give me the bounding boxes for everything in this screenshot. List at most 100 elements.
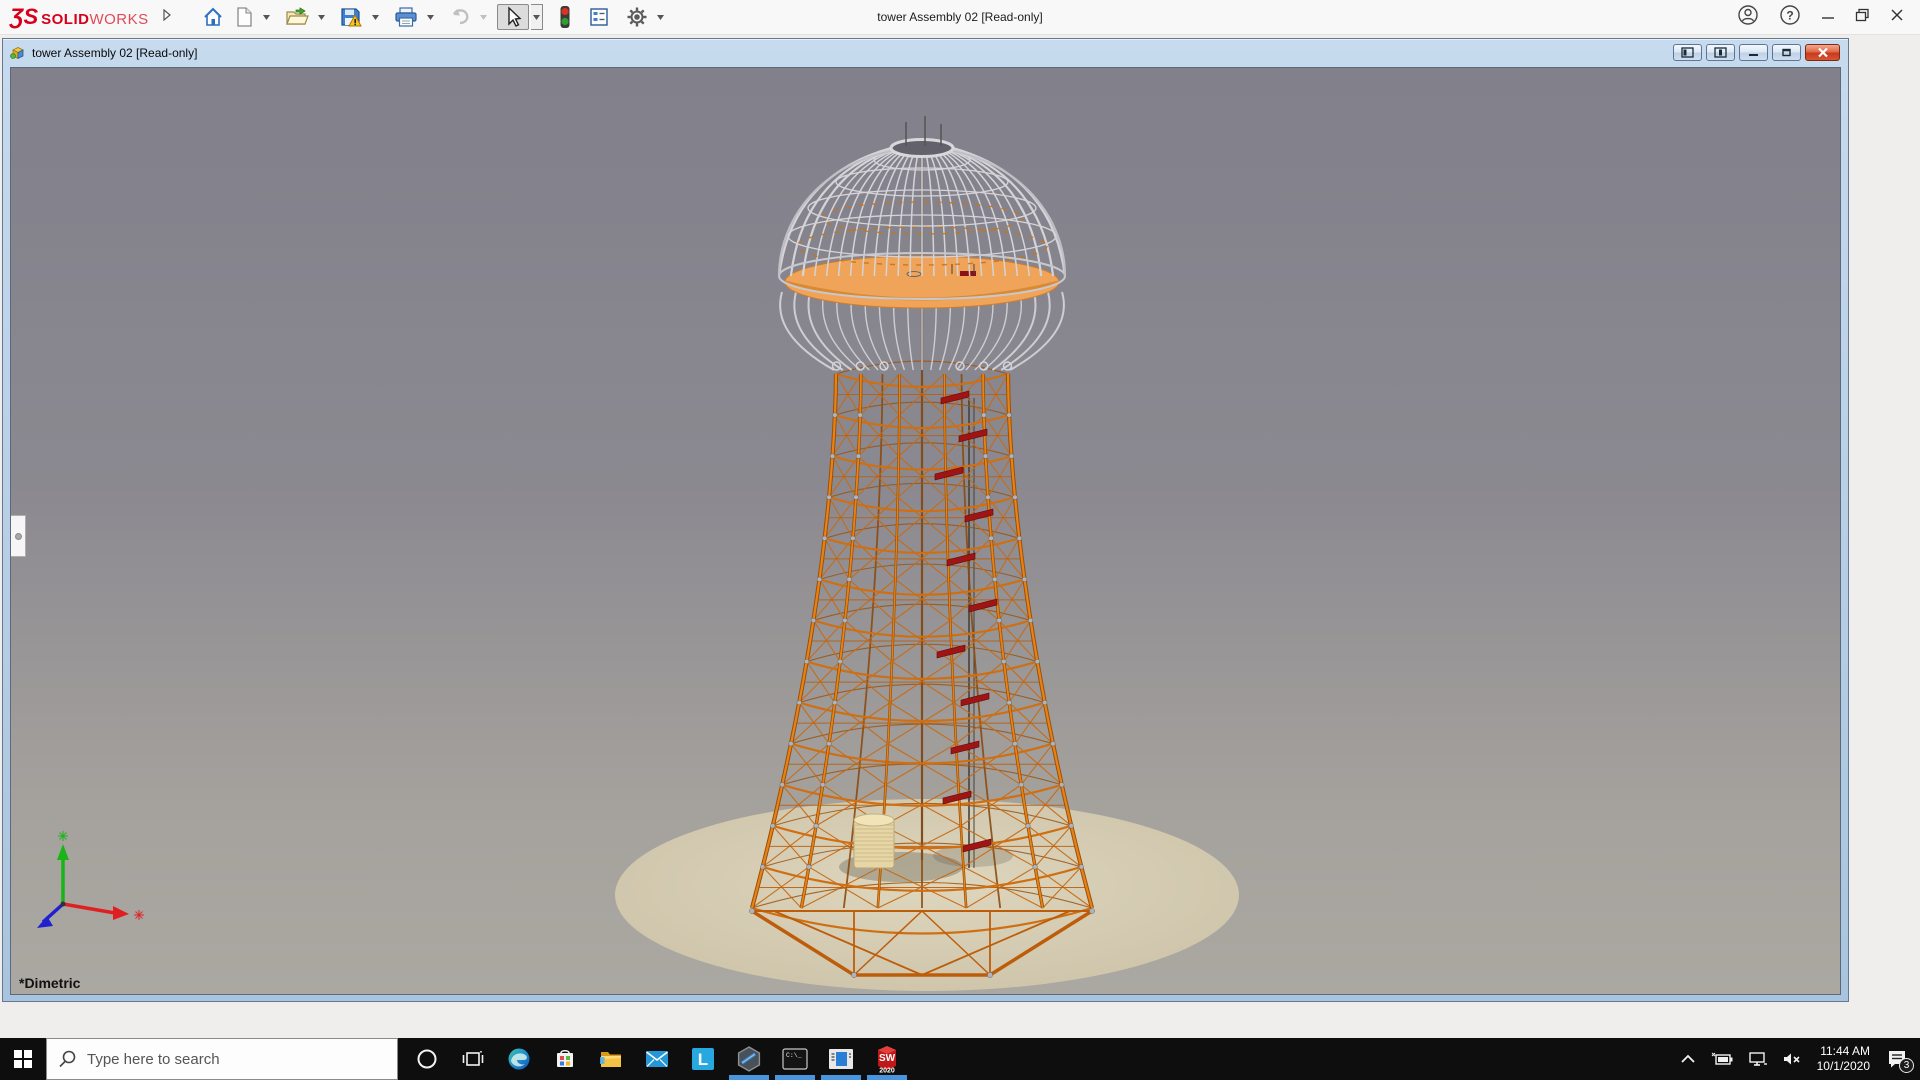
taskbar-item-mail[interactable] <box>634 1038 680 1080</box>
minimize-button[interactable] <box>1821 8 1835 27</box>
battery-icon[interactable] <box>1703 1038 1741 1080</box>
taskbar-item-cortana[interactable] <box>404 1038 450 1080</box>
clock-time: 11:44 AM <box>1817 1044 1870 1059</box>
l-app-icon: L <box>691 1047 715 1071</box>
search-input[interactable] <box>87 1051 367 1068</box>
svg-text:2020: 2020 <box>879 1068 895 1075</box>
home-icon <box>202 6 224 28</box>
solidworks-logo: ƷS SOLID WORKS <box>10 4 149 30</box>
running-indicator <box>821 1075 861 1080</box>
hidden-icons-chevron[interactable] <box>1673 1038 1703 1080</box>
options-dropdown[interactable] <box>655 4 666 30</box>
account-button[interactable] <box>1737 4 1759 31</box>
clock-date: 10/1/2020 <box>1817 1059 1870 1074</box>
undo-button[interactable] <box>444 4 476 30</box>
print-icon <box>394 6 418 28</box>
doc-close-button[interactable] <box>1805 44 1840 61</box>
running-indicator <box>867 1075 907 1080</box>
new-document-dropdown[interactable] <box>261 4 272 30</box>
save-dropdown[interactable] <box>370 4 381 30</box>
evaluate-button[interactable] <box>583 4 615 30</box>
taskbar-item-tiles-app[interactable] <box>818 1038 864 1080</box>
tower-assembly-model[interactable] <box>11 68 1840 994</box>
viewport-3d[interactable]: *Dimetric <box>11 68 1840 994</box>
document-window: tower Assembly 02 [Read-only] *Dimetric <box>2 38 1849 1002</box>
undo-dropdown[interactable] <box>478 4 489 30</box>
featuremanager-toggle-button[interactable] <box>1673 44 1702 61</box>
dassault-logo-icon: ƷS <box>10 4 38 30</box>
restore-button[interactable] <box>1855 8 1870 27</box>
windows-logo-icon <box>14 1050 32 1068</box>
open-icon <box>285 6 309 28</box>
options-button[interactable] <box>621 4 653 30</box>
svg-text:L: L <box>698 1050 708 1069</box>
terminal-icon: C:\_ <box>782 1048 808 1070</box>
toolbar-flyout-arrow-icon[interactable] <box>163 8 171 26</box>
solidworks-2020-icon: SW 2020 <box>873 1044 901 1074</box>
taskbar-item-l-app[interactable]: L <box>680 1038 726 1080</box>
evaluate-form-icon <box>588 6 610 28</box>
select-button[interactable] <box>497 4 529 30</box>
doc-restore-button[interactable] <box>1772 44 1801 61</box>
gear-icon <box>626 6 648 28</box>
svg-text:?: ? <box>1786 8 1793 22</box>
taskbar-item-edge[interactable] <box>496 1038 542 1080</box>
brand-text-solid: SOLID <box>41 11 89 28</box>
document-titlebar[interactable]: tower Assembly 02 [Read-only] <box>3 39 1848 66</box>
start-button[interactable] <box>0 1038 46 1080</box>
new-document-button[interactable] <box>229 4 259 30</box>
taskbar-item-terminal[interactable]: C:\_ <box>772 1038 818 1080</box>
running-indicator <box>775 1075 815 1080</box>
taskbar-item-solidworks[interactable]: SW 2020 <box>864 1038 910 1080</box>
hexagon-app-icon <box>736 1046 762 1072</box>
notification-badge: 3 <box>1899 1058 1914 1073</box>
svg-text:C:\_: C:\_ <box>786 1052 802 1059</box>
restore-icon <box>1855 8 1870 22</box>
print-button[interactable] <box>389 4 423 30</box>
tiles-app-icon <box>828 1048 854 1070</box>
save-icon <box>340 6 363 28</box>
task-view-icon <box>462 1049 484 1069</box>
home-button[interactable] <box>197 4 229 30</box>
running-indicator <box>729 1075 769 1080</box>
traffic-light-icon <box>558 5 572 29</box>
cortana-icon <box>416 1048 438 1070</box>
svg-text:SW: SW <box>879 1053 896 1064</box>
brand-text-works: WORKS <box>89 11 148 28</box>
taskbar-item-hex-app[interactable] <box>726 1038 772 1080</box>
undo-icon <box>449 6 471 28</box>
mail-icon <box>645 1049 669 1069</box>
action-center-button[interactable]: 3 <box>1878 1038 1920 1080</box>
account-icon <box>1737 4 1759 26</box>
select-cursor-icon <box>502 6 524 28</box>
document-title: tower Assembly 02 [Read-only] <box>32 46 197 60</box>
graphics-area[interactable]: *Dimetric <box>10 67 1841 995</box>
taskbar-item-task-view[interactable] <box>450 1038 496 1080</box>
print-dropdown[interactable] <box>425 4 436 30</box>
select-dropdown[interactable] <box>531 4 543 30</box>
taskbar-clock[interactable]: 11:44 AM 10/1/2020 <box>1809 1044 1878 1074</box>
performance-pipeline-button[interactable] <box>553 4 577 30</box>
pane-handle-dot <box>15 533 22 540</box>
microsoft-store-icon <box>554 1048 576 1070</box>
help-icon: ? <box>1779 4 1801 26</box>
windows-taskbar: L C:\_ SW <box>0 1038 1920 1080</box>
network-icon[interactable] <box>1741 1038 1775 1080</box>
taskbar-item-file-explorer[interactable] <box>588 1038 634 1080</box>
edge-icon <box>507 1047 531 1071</box>
featuremanager-collapsed-tab[interactable] <box>11 515 26 557</box>
help-button[interactable]: ? <box>1779 4 1801 31</box>
doc-minimize-button[interactable] <box>1739 44 1768 61</box>
taskbar-search[interactable] <box>46 1038 398 1080</box>
pane-toggle-button[interactable] <box>1706 44 1735 61</box>
view-orientation-label: *Dimetric <box>19 975 80 991</box>
close-icon <box>1890 8 1904 22</box>
close-button[interactable] <box>1890 8 1904 27</box>
new-document-icon <box>234 6 254 28</box>
open-button[interactable] <box>280 4 314 30</box>
taskbar-item-store[interactable] <box>542 1038 588 1080</box>
app-titlebar: ƷS SOLID WORKS <box>0 0 1920 35</box>
save-button[interactable] <box>335 4 368 30</box>
open-dropdown[interactable] <box>316 4 327 30</box>
volume-muted-icon[interactable] <box>1775 1038 1809 1080</box>
